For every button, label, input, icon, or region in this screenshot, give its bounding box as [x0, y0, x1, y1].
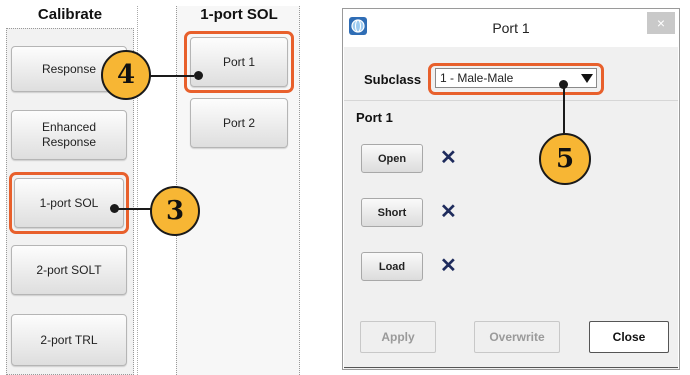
1-port-sol-button[interactable]: 1-port SOL [14, 178, 124, 228]
2-port-solt-button[interactable]: 2-port SOLT [11, 245, 127, 295]
subclass-label: Subclass [364, 72, 422, 87]
open-button[interactable]: Open [361, 144, 423, 173]
divider [344, 100, 678, 101]
footer-rule [344, 367, 678, 368]
chevron-down-icon[interactable] [579, 70, 595, 86]
port-1-button[interactable]: Port 1 [190, 37, 288, 87]
dialog-titlebar: Port 1 × [343, 9, 679, 47]
open-not-measured-icon: ✕ [440, 147, 457, 169]
2-port-trl-button[interactable]: 2-port TRL [11, 314, 127, 366]
short-not-measured-icon: ✕ [440, 201, 457, 223]
port-2-button[interactable]: Port 2 [190, 98, 288, 148]
subclass-select[interactable]: 1 - Male-Male [435, 68, 597, 88]
port-sol-panel: 1-port SOL Port 1 Port 2 [176, 6, 300, 375]
calibrate-title: Calibrate [37, 6, 103, 23]
subclass-value: 1 - Male-Male [440, 71, 514, 85]
enhanced-response-button[interactable]: Enhanced Response [11, 110, 127, 160]
port-sol-title: 1-port SOL [200, 6, 278, 23]
callout-4: 4 [101, 50, 151, 100]
port-dialog: Port 1 × Subclass 1 - Male-Male Port 1 O… [342, 8, 680, 370]
dialog-content: Subclass 1 - Male-Male Port 1 Open ✕ Sho… [344, 47, 678, 369]
apply-button[interactable]: Apply [360, 321, 436, 353]
load-button[interactable]: Load [361, 252, 423, 281]
port-section-label: Port 1 [356, 110, 393, 125]
callout-5-dot [559, 80, 568, 89]
close-icon[interactable]: × [647, 12, 675, 34]
short-button[interactable]: Short [361, 198, 423, 227]
load-not-measured-icon: ✕ [440, 255, 457, 277]
callout-4-dot [194, 71, 203, 80]
callout-5-leader [563, 82, 565, 135]
callout-3: 3 [150, 186, 200, 236]
callout-3-dot [110, 204, 119, 213]
close-button[interactable]: Close [589, 321, 669, 353]
overwrite-button[interactable]: Overwrite [474, 321, 560, 353]
dialog-title: Port 1 [492, 20, 530, 36]
callout-5: 5 [539, 133, 591, 185]
